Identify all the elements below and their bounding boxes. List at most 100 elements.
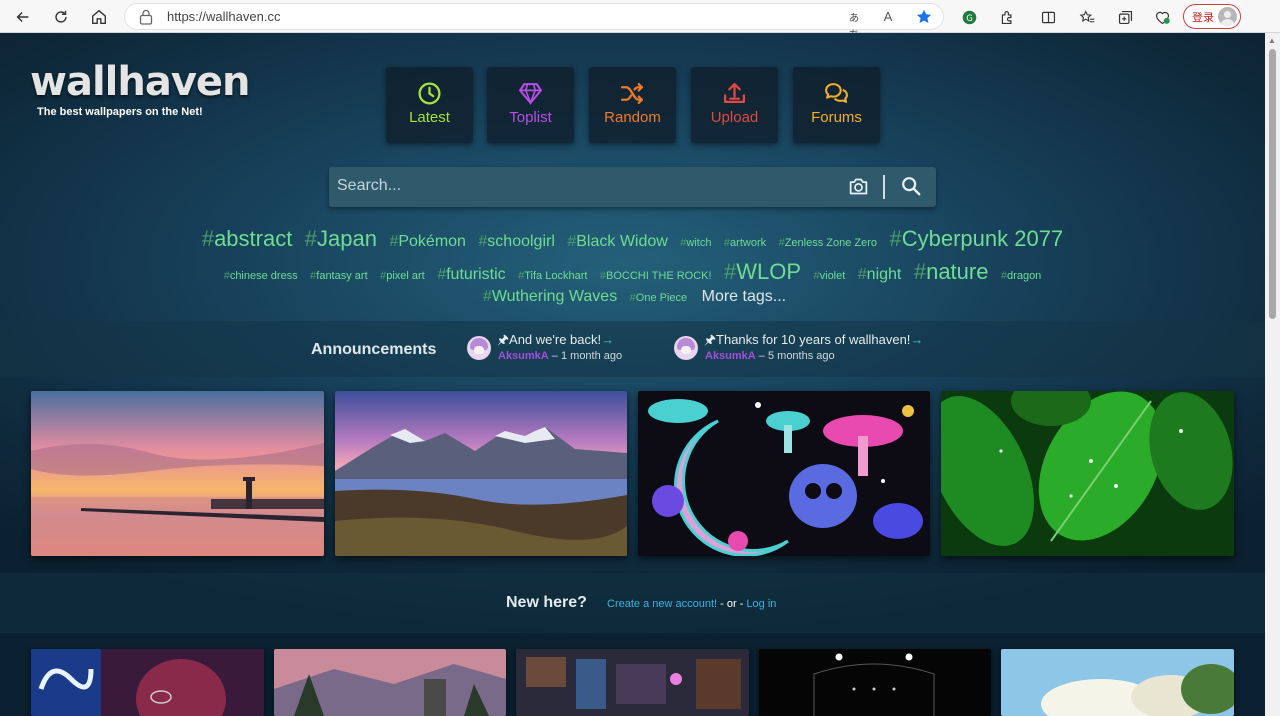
nav-upload-button[interactable]: Upload [691,67,778,143]
wallpaper-thumbnail-dark-minimal[interactable] [759,649,991,716]
tag-link[interactable]: #Japan [305,226,377,252]
svg-text:G: G [966,13,973,23]
create-account-link[interactable]: Create a new account! [607,598,717,610]
tag-link[interactable]: #futuristic [437,266,505,284]
login-link[interactable]: Log in [746,598,776,610]
tag-link[interactable]: #BOCCHI THE ROCK! [600,270,712,282]
search-icon[interactable] [900,175,922,197]
wallpaper-thumbnail-neon-portrait[interactable] [31,649,264,716]
page-scrollbar[interactable]: ▲ [1265,33,1280,716]
tag-link[interactable]: #violet [814,270,846,282]
back-arrow-icon [16,11,29,23]
extensions-icon[interactable] [996,6,1018,28]
chat-icon [825,83,848,103]
favorite-star-icon[interactable] [914,8,934,26]
tag-link[interactable]: #nature [914,259,989,285]
wallpaper-thumbnail-cozy-room[interactable] [516,649,749,716]
tag-link[interactable]: #chinese dress [224,270,298,282]
login-label: 登录 [1192,12,1214,24]
tag-link[interactable]: #dragon [1001,270,1041,282]
browser-toolbar: https://wallhaven.cc ぁあ A G 登录 [0,0,1280,42]
tag-link[interactable]: #Black Widow [567,233,667,251]
diamond-icon [519,83,542,106]
wallpaper-thumbnail-psychedelic-skull[interactable] [638,391,930,556]
announcement-time: – 5 months ago [755,350,835,362]
scrollbar-thumb[interactable] [1269,49,1276,319]
wallpaper-thumbnail-sky-clouds[interactable] [1001,649,1234,716]
profile-login-button[interactable]: 登录 [1183,4,1241,29]
new-here-links: Create a new account! - or - Log in [607,598,776,610]
nav-random-button[interactable]: Random [589,67,676,143]
tag-link[interactable]: #Wuthering Waves [483,288,617,306]
camera-icon[interactable] [848,176,869,197]
shuffle-icon [620,82,644,105]
search-divider [883,175,885,199]
tag-link[interactable]: #One Piece [630,292,688,304]
arrow-right-icon[interactable]: → [601,332,614,347]
favorites-icon[interactable] [1076,6,1098,28]
tag-link[interactable]: #artwork [724,237,766,249]
popular-tags-row-2: #chinese dress #fantasy art #pixel art #… [0,259,1265,285]
tag-link[interactable]: #WLOP [724,259,801,285]
nav-upload-label: Upload [710,109,759,126]
nav-toplist-button[interactable]: Toplist [487,67,574,143]
tag-link[interactable]: #Tifa Lockhart [518,270,587,282]
url-text[interactable]: https://wallhaven.cc [167,9,280,24]
announcements-title: Announcements [311,341,437,358]
tag-link[interactable]: #schoolgirl [478,233,555,251]
author-link[interactable]: AksumkA [498,350,549,362]
logo-tagline: The best wallpapers on the Net! [37,106,203,118]
nav-toplist-label: Toplist [509,109,552,126]
announcement-title-link[interactable]: Thanks for 10 years of wallhaven! [716,332,910,347]
tag-link[interactable]: #Pokémon [389,233,466,251]
refresh-icon [55,10,67,23]
wallpaper-thumbnail-sunset-pier[interactable] [31,391,324,556]
search-bar [329,167,936,207]
new-here-title: New here? [506,594,587,611]
refresh-button[interactable] [48,4,74,30]
text-size-icon[interactable]: A [878,8,898,26]
nav-latest-label: Latest [409,109,450,126]
home-icon [92,9,106,24]
announcement-title-link[interactable]: And we're back! [509,332,601,347]
read-aloud-icon[interactable]: ぁあ [844,8,864,42]
wallpaper-thumbnail-mountain-lake[interactable] [335,391,627,556]
home-button[interactable] [86,4,112,30]
tag-link[interactable]: #Cyberpunk 2077 [889,226,1063,252]
wallpaper-thumbnail-green-leaves[interactable] [941,391,1234,556]
search-input[interactable] [337,177,827,195]
popular-tags-row-3: #Wuthering Waves #One Piece More tags... [0,288,1265,306]
grammarly-extension-icon[interactable]: G [958,6,980,28]
tag-link[interactable]: #witch [680,237,711,249]
page-content: wallhaven The best wallpapers on the Net… [0,33,1265,716]
pin-icon: 🖈 [497,332,510,347]
author-link[interactable]: AksumkA [705,350,756,362]
tag-link[interactable]: #pixel art [380,270,425,282]
or-separator: - or - [717,598,747,610]
tag-link[interactable]: #fantasy art [310,270,367,282]
logo-text[interactable]: wallhaven [30,59,251,105]
address-bar[interactable]: https://wallhaven.cc ぁあ A [124,3,944,42]
split-screen-icon[interactable] [1037,6,1059,28]
more-tags-link[interactable]: More tags... [702,288,786,306]
scroll-up-icon[interactable]: ▲ [1268,36,1276,45]
back-button[interactable] [10,4,36,30]
pin-icon: 🖈 [704,332,717,347]
collections-icon[interactable] [1114,6,1136,28]
profile-avatar-icon [1218,7,1237,26]
tag-link[interactable]: #night [858,266,902,284]
author-avatar[interactable] [674,336,698,360]
announcement-time: – 1 month ago [548,350,623,362]
nav-latest-button[interactable]: Latest [386,67,473,143]
lock-icon[interactable] [139,9,153,25]
arrow-right-icon[interactable]: → [910,332,923,347]
nav-forums-button[interactable]: Forums [793,67,880,143]
tag-link[interactable]: #abstract [202,226,293,252]
tag-link[interactable]: #Zenless Zone Zero [779,237,877,249]
site-logo[interactable]: wallhaven The best wallpapers on the Net… [30,59,251,118]
popular-tags-row-1: #abstract #Japan #Pokémon #schoolgirl #B… [0,226,1265,252]
browser-essentials-icon[interactable] [1151,6,1173,28]
author-avatar[interactable] [467,336,491,360]
nav-random-label: Random [604,109,661,126]
wallpaper-thumbnail-pink-landscape[interactable] [274,649,506,716]
